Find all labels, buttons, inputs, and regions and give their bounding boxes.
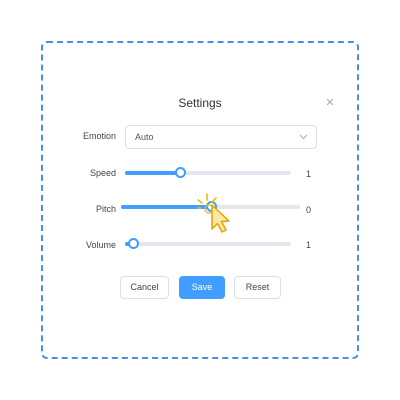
speed-label: Speed [89,168,116,178]
speed-value: 1 [306,169,312,179]
reset-button[interactable]: Reset [234,276,281,299]
speed-slider-handle[interactable] [174,167,186,178]
speed-slider[interactable] [125,167,291,178]
emotion-label: Emotion [82,131,116,141]
cancel-button[interactable]: Cancel [120,276,169,299]
close-icon[interactable]: ✕ [324,97,336,109]
dialog-title: Settings [178,96,222,110]
pitch-value: 0 [306,205,312,215]
volume-value: 1 [306,240,312,250]
speed-slider-fill [125,171,180,175]
volume-slider[interactable] [125,238,291,249]
pitch-label: Pitch [95,204,116,214]
emotion-select-value: Auto [135,132,154,142]
chevron-down-icon [299,126,308,157]
emotion-select[interactable]: Auto [125,125,317,149]
save-button[interactable]: Save [179,276,225,299]
volume-label: Volume [85,240,116,250]
pointer-cursor-icon [196,191,243,235]
